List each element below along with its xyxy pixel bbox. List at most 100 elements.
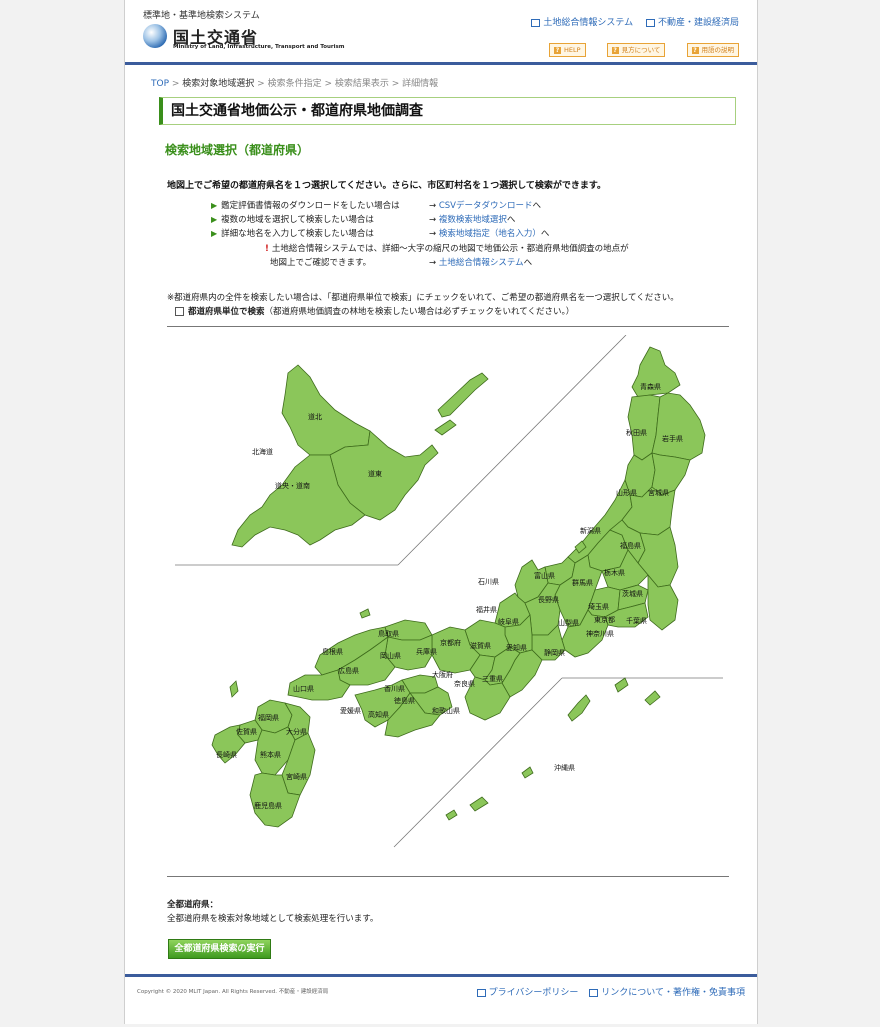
- label-fukushima: 福島県: [620, 541, 641, 550]
- label-yamagata: 山形県: [616, 488, 637, 497]
- prefecture-search-note: ※都道府県内の全件を検索したい場合は、「都道府県単位で検索」にチェックをいれて、…: [167, 293, 679, 303]
- external-window-icon: [645, 18, 655, 27]
- label-kanagawa: 神奈川県: [586, 629, 614, 638]
- header: 標準地・基準地検索システム 国土交通省 Ministry of Land, In…: [125, 0, 757, 65]
- label-tottori: 鳥取県: [378, 629, 399, 638]
- copyright: Copyright © 2020 MLIT Japan. All Rights …: [137, 989, 329, 995]
- pref-okinawa-miyako[interactable]: [521, 766, 534, 779]
- breadcrumb: TOP > 検索対象地域選択 > 検索条件指定 > 検索結果表示 > 詳細情報: [151, 79, 439, 89]
- triangle-bullet-icon: ▶: [211, 201, 218, 210]
- label-fukuoka: 福岡県: [258, 713, 279, 722]
- howto-button[interactable]: ? 見方について: [606, 43, 666, 57]
- option-placename: ▶ 詳細な地名を入力して検索したい場合は → 検索地域指定（地名入力）へ: [211, 229, 550, 239]
- external-window-icon: [476, 988, 486, 997]
- label-kagoshima: 鹿児島県: [254, 801, 282, 810]
- label-aomori: 青森県: [640, 382, 661, 391]
- all-prefectures-search-button[interactable]: 全都道府県検索の実行: [168, 939, 271, 959]
- label-kochi: 高知県: [368, 710, 389, 719]
- question-icon: ?: [611, 47, 619, 54]
- terms-button[interactable]: ? 用語の説明: [686, 43, 739, 57]
- label-saga: 佐賀県: [236, 727, 257, 736]
- pref-okinawa-main[interactable]: [567, 694, 591, 722]
- label-oita: 大分県: [286, 727, 307, 736]
- label-dohoku: 道北: [308, 412, 322, 421]
- csv-download-link[interactable]: CSVデータダウンロード: [439, 201, 533, 211]
- label-doo-donan: 道央・道南: [275, 481, 310, 490]
- label-aichi: 愛知県: [506, 643, 527, 652]
- hokkaido-dohoku[interactable]: [281, 364, 371, 456]
- section-title: 検索地域選択（都道府県）: [165, 143, 310, 157]
- label-hokkaido: 北海道: [252, 447, 273, 456]
- mlit-emblem-icon: [143, 24, 167, 48]
- land-info-system-note-link[interactable]: 土地総合情報システム: [439, 258, 524, 268]
- mlit-logo[interactable]: 国土交通省 Ministry of Land, Infrastructure, …: [143, 24, 345, 54]
- label-akita: 秋田県: [626, 428, 647, 437]
- label-mie: 三重県: [482, 675, 503, 683]
- logo-english: Ministry of Land, Infrastructure, Transp…: [173, 44, 345, 50]
- pref-tsushima[interactable]: [229, 680, 239, 698]
- option-multi: ▶ 複数の地域を選択して検索したい場合は → 複数検索地域選択へ: [211, 215, 516, 225]
- triangle-bullet-icon: ▶: [211, 229, 218, 238]
- label-iwate: 岩手県: [662, 434, 683, 443]
- label-yamaguchi: 山口県: [293, 684, 314, 693]
- label-tokushima: 徳島県: [394, 696, 415, 705]
- label-hyogo: 兵庫県: [416, 647, 437, 656]
- divider: [167, 876, 729, 877]
- privacy-policy-link[interactable]: プライバシーポリシー: [476, 988, 578, 998]
- label-okinawa: 沖縄県: [554, 763, 575, 772]
- placename-search-link[interactable]: 検索地域指定（地名入力）: [439, 229, 541, 239]
- label-shimane: 島根県: [322, 647, 343, 656]
- hokkaido-east-islands[interactable]: [437, 372, 489, 418]
- pref-oki[interactable]: [359, 608, 371, 619]
- question-icon: ?: [553, 47, 561, 54]
- bureau-link[interactable]: 不動産・建設経済局: [645, 18, 739, 28]
- footer: Copyright © 2020 MLIT Japan. All Rights …: [125, 974, 757, 1027]
- label-miyagi: 宮城県: [648, 488, 669, 497]
- footer-links: プライバシーポリシー リンクについて・著作権・免責事項: [469, 985, 745, 998]
- label-ishikawa: 石川県: [478, 578, 499, 586]
- breadcrumb-current: 検索対象地域選択: [182, 79, 255, 89]
- header-links: 土地総合情報システム 不動産・建設経済局: [521, 15, 739, 28]
- label-fukui: 福井県: [476, 605, 497, 614]
- label-kumamoto: 熊本県: [260, 750, 281, 759]
- label-hiroshima: 広島県: [338, 666, 359, 675]
- label-wakayama: 和歌山県: [432, 706, 460, 715]
- label-gunma: 群馬県: [572, 578, 593, 587]
- label-kagawa: 香川県: [384, 684, 405, 693]
- prefecture-unit-checkbox[interactable]: [175, 307, 184, 316]
- label-tochigi: 栃木県: [604, 568, 625, 577]
- label-ehime: 愛媛県: [340, 706, 361, 715]
- label-nara: 奈良県: [454, 679, 475, 688]
- label-yamanashi: 山梨県: [558, 618, 579, 627]
- prefecture-unit-hint: （都道府県地価調査の林地を検索したい場合は必ずチェックをいれてください。）: [264, 307, 575, 317]
- links-copyright-link[interactable]: リンクについて・著作権・免責事項: [589, 988, 745, 998]
- pref-okinawa-yonaguni[interactable]: [445, 809, 458, 821]
- hokkaido-kunashiri[interactable]: [434, 419, 457, 436]
- label-miyazaki: 宮崎県: [286, 772, 307, 781]
- label-tokyo: 東京都: [594, 615, 615, 624]
- page-title: 国土交通省地価公示・都道府県地価調査: [159, 97, 736, 125]
- pref-iwate[interactable]: [651, 392, 706, 461]
- prefecture-unit-row: 都道府県単位で検索（都道府県地価調査の林地を検索したい場合は必ずチェックをいれて…: [175, 305, 574, 317]
- label-osaka: 大阪府: [432, 670, 453, 679]
- japan-map: 道北 北海道 道東 道央・道南 青森県 秋田県 岩手県 山形県 宮城県 新潟県 …: [175, 335, 723, 848]
- page: 標準地・基準地検索システム 国土交通省 Ministry of Land, In…: [124, 0, 758, 1024]
- label-chiba: 千葉県: [626, 616, 647, 625]
- multi-area-link[interactable]: 複数検索地域選択: [439, 215, 507, 225]
- header-buttons: ? HELP ? 見方について ? 用語の説明: [533, 37, 739, 57]
- breadcrumb-step2: 検索条件指定: [267, 79, 322, 89]
- breadcrumb-step4: 詳細情報: [402, 79, 439, 89]
- label-toyama: 富山県: [534, 571, 555, 580]
- system-name: 標準地・基準地検索システム: [143, 11, 260, 21]
- label-ibaraki: 茨城県: [622, 589, 643, 598]
- breadcrumb-step3: 検索結果表示: [334, 79, 389, 89]
- breadcrumb-top-link[interactable]: TOP: [151, 79, 169, 89]
- pref-okinawa-north[interactable]: [644, 690, 661, 706]
- help-button[interactable]: ? HELP: [548, 43, 586, 57]
- label-doto: 道東: [368, 469, 382, 478]
- land-info-system-link[interactable]: 土地総合情報システム: [531, 18, 633, 28]
- pref-okinawa-yaeyama[interactable]: [469, 796, 489, 812]
- external-window-icon: [589, 988, 599, 997]
- all-prefectures-desc: 全都道府県を検索対象地域として検索処理を行います。: [167, 914, 379, 924]
- pref-okinawa-amami[interactable]: [614, 677, 629, 693]
